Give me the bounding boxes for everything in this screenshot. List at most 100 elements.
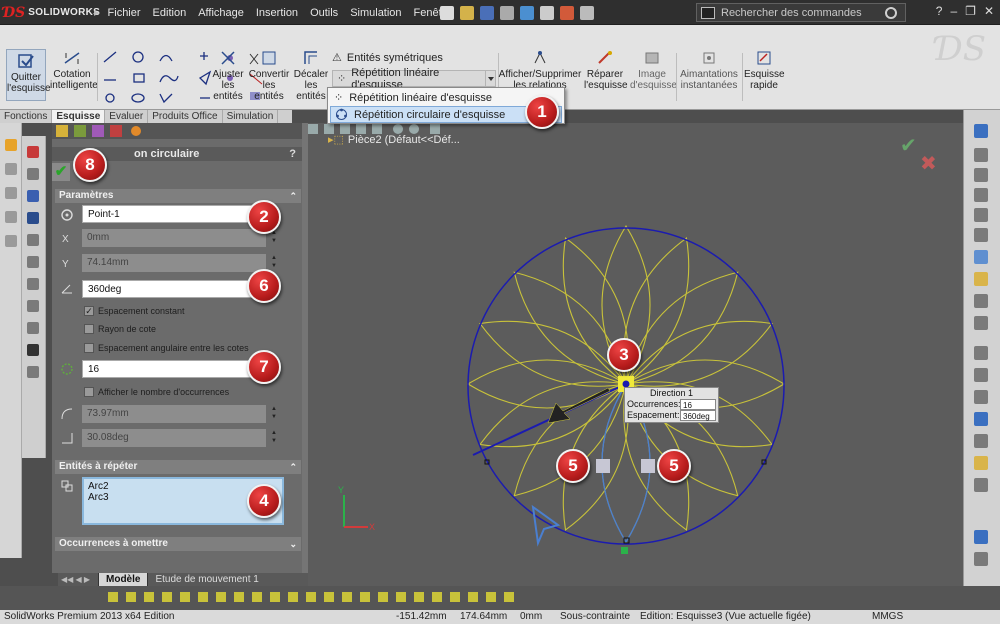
repair-sketch-button[interactable]: Réparer l'esquisse xyxy=(584,49,628,91)
spline-tool-icon[interactable] xyxy=(27,322,39,334)
circle-icon[interactable] xyxy=(974,188,988,202)
pattern-petal[interactable] xyxy=(466,359,627,409)
display-instances-checkbox[interactable]: Afficher le nombre d'occurrences xyxy=(84,385,229,399)
tab-nav-arrows-icon[interactable]: ◀◀ ◀ ▶ ▶▶ xyxy=(58,573,98,597)
convert-entities-button[interactable]: Convertir les entités xyxy=(248,49,290,102)
extend-icon[interactable] xyxy=(974,368,988,382)
tab-motion-study[interactable]: Etude de mouvement 1 xyxy=(147,573,265,586)
search-input[interactable]: Rechercher des commandes xyxy=(721,7,885,19)
tooltip-spacing-value[interactable]: 360deg xyxy=(680,410,716,421)
tooltip-occurrences-value[interactable]: 16 xyxy=(680,399,716,410)
tab-evaluer[interactable]: Evaluer xyxy=(105,110,149,123)
relations-toolbar-icon[interactable] xyxy=(0,586,560,610)
new-document-icon[interactable] xyxy=(440,5,454,20)
arc-tool-icon[interactable] xyxy=(27,256,39,268)
tab-fonctions[interactable]: Fonctions xyxy=(0,110,53,123)
instances-field[interactable]: 16 xyxy=(82,360,272,378)
tool-icon[interactable] xyxy=(5,211,17,223)
arc-angle-field[interactable]: 30.08deg xyxy=(82,429,266,447)
skip-instances-section-header[interactable]: Occurrences à omettre ⌄ xyxy=(55,537,301,551)
options-icon[interactable] xyxy=(580,5,594,20)
tab-esquisse[interactable]: Esquisse xyxy=(52,110,106,123)
folder-icon[interactable] xyxy=(5,139,17,151)
rebuild-icon[interactable] xyxy=(560,5,574,20)
show-relations-button[interactable]: Afficher/Supprimer les relations xyxy=(498,49,582,91)
menu-outils[interactable]: Outils xyxy=(310,7,338,19)
tool-icon[interactable] xyxy=(5,163,17,175)
collapse-icon[interactable]: ⌃ xyxy=(289,189,297,203)
centerline-icon[interactable] xyxy=(974,316,988,330)
line-tool-icon[interactable] xyxy=(27,146,39,158)
arc-drag-handle[interactable] xyxy=(596,459,610,473)
arc-drag-handle[interactable] xyxy=(641,459,655,473)
dimension-icon[interactable] xyxy=(974,478,988,492)
pattern-dropdown-arrow[interactable] xyxy=(484,71,495,86)
sketch-tool-icon[interactable] xyxy=(27,190,39,202)
print-icon[interactable] xyxy=(500,5,514,20)
checkbox-tool-icon[interactable] xyxy=(27,366,39,378)
relation-icon[interactable] xyxy=(974,456,988,470)
pin-icon[interactable]: ▸ xyxy=(94,6,100,19)
ok-check-icon[interactable]: ✔ xyxy=(52,163,70,181)
angle-field[interactable]: 360deg xyxy=(82,280,272,298)
dim-radius-checkbox[interactable]: Rayon de cote xyxy=(84,322,156,336)
help-icon[interactable]: ? xyxy=(289,147,296,161)
radius-field[interactable]: 73.97mm xyxy=(82,405,266,423)
search-icon[interactable] xyxy=(885,6,897,19)
help-icon[interactable]: ? xyxy=(936,4,943,18)
sketch-picture-button[interactable]: Image d'esquisse xyxy=(630,49,677,91)
dimension-tool-icon[interactable] xyxy=(27,168,39,180)
center-x-field[interactable]: 0mm xyxy=(82,229,266,247)
trim-icon[interactable] xyxy=(974,346,988,360)
view-icon[interactable] xyxy=(974,250,988,264)
smart-dimension-button[interactable]: Cotation intelligente xyxy=(50,49,98,91)
expand-icon[interactable]: ⌄ xyxy=(289,537,297,551)
pm-tab-icons[interactable] xyxy=(52,123,162,139)
undo-icon[interactable] xyxy=(520,5,534,20)
quick-snaps-button[interactable]: Aimantations instantanées xyxy=(678,49,740,91)
close-icon[interactable]: ✕ xyxy=(984,4,994,18)
sketch-icon[interactable] xyxy=(974,124,988,138)
menu-fichier[interactable]: Fichier xyxy=(108,7,141,19)
rapid-sketch-button[interactable]: Esquisse rapide xyxy=(744,49,785,91)
mirror-icon[interactable] xyxy=(974,390,988,404)
relation-tool-icon[interactable] xyxy=(27,278,39,290)
center-point-field[interactable]: Point-1 xyxy=(82,205,272,223)
arc-icon[interactable] xyxy=(974,208,988,222)
center-y-spinner[interactable]: ▲ ▼ xyxy=(270,254,278,272)
dim-angular-checkbox[interactable]: Espacement angulaire entre les cotes xyxy=(84,341,249,355)
quit-sketch-button[interactable]: Quitter l'esquisse xyxy=(6,49,51,101)
grid-tool-icon[interactable] xyxy=(27,300,39,312)
mirror-entities-button[interactable]: ⚠ Entités symétriques xyxy=(332,51,443,65)
spline-icon[interactable] xyxy=(974,228,988,242)
tab-produits-office[interactable]: Produits Office xyxy=(148,110,223,123)
minimize-icon[interactable]: – xyxy=(950,4,957,18)
pattern-icon[interactable] xyxy=(974,412,988,426)
text-tool-icon[interactable] xyxy=(27,212,39,224)
tool-icon[interactable] xyxy=(5,187,17,199)
command-search[interactable]: Rechercher des commandes xyxy=(696,3,906,22)
trim-entities-button[interactable]: Ajuster les entités xyxy=(208,49,248,102)
radius-spinner[interactable]: ▲ ▼ xyxy=(270,405,278,423)
tab-modele[interactable]: Modèle xyxy=(98,573,148,586)
menu-affichage[interactable]: Affichage xyxy=(198,7,244,19)
entities-section-header[interactable]: Entités à répéter ⌃ xyxy=(55,460,301,474)
menu-simulation[interactable]: Simulation xyxy=(350,7,401,19)
tool-icon[interactable] xyxy=(5,235,17,247)
point-tool-icon[interactable] xyxy=(27,234,39,246)
point-icon[interactable] xyxy=(974,294,988,308)
menu-edition[interactable]: Edition xyxy=(153,7,187,19)
solidworks-logo[interactable]: ƊS SOLIDWORKS xyxy=(3,4,100,21)
menu-insertion[interactable]: Insertion xyxy=(256,7,298,19)
tool-icon[interactable] xyxy=(974,530,988,544)
tool-icon[interactable] xyxy=(974,552,988,566)
folder-icon[interactable] xyxy=(974,272,988,286)
center-y-field[interactable]: 74.14mm xyxy=(82,254,266,272)
collapse-icon[interactable]: ⌃ xyxy=(289,460,297,474)
restore-icon[interactable]: ❐ xyxy=(965,4,976,18)
linear-pattern-button[interactable]: ⁘ Répétition linéaire d'esquisse xyxy=(332,67,496,91)
fill-tool-icon[interactable] xyxy=(27,344,39,356)
select-icon[interactable] xyxy=(540,5,554,20)
equal-spacing-checkbox[interactable]: ✓ Espacement constant xyxy=(84,304,185,318)
open-icon[interactable] xyxy=(460,5,474,20)
